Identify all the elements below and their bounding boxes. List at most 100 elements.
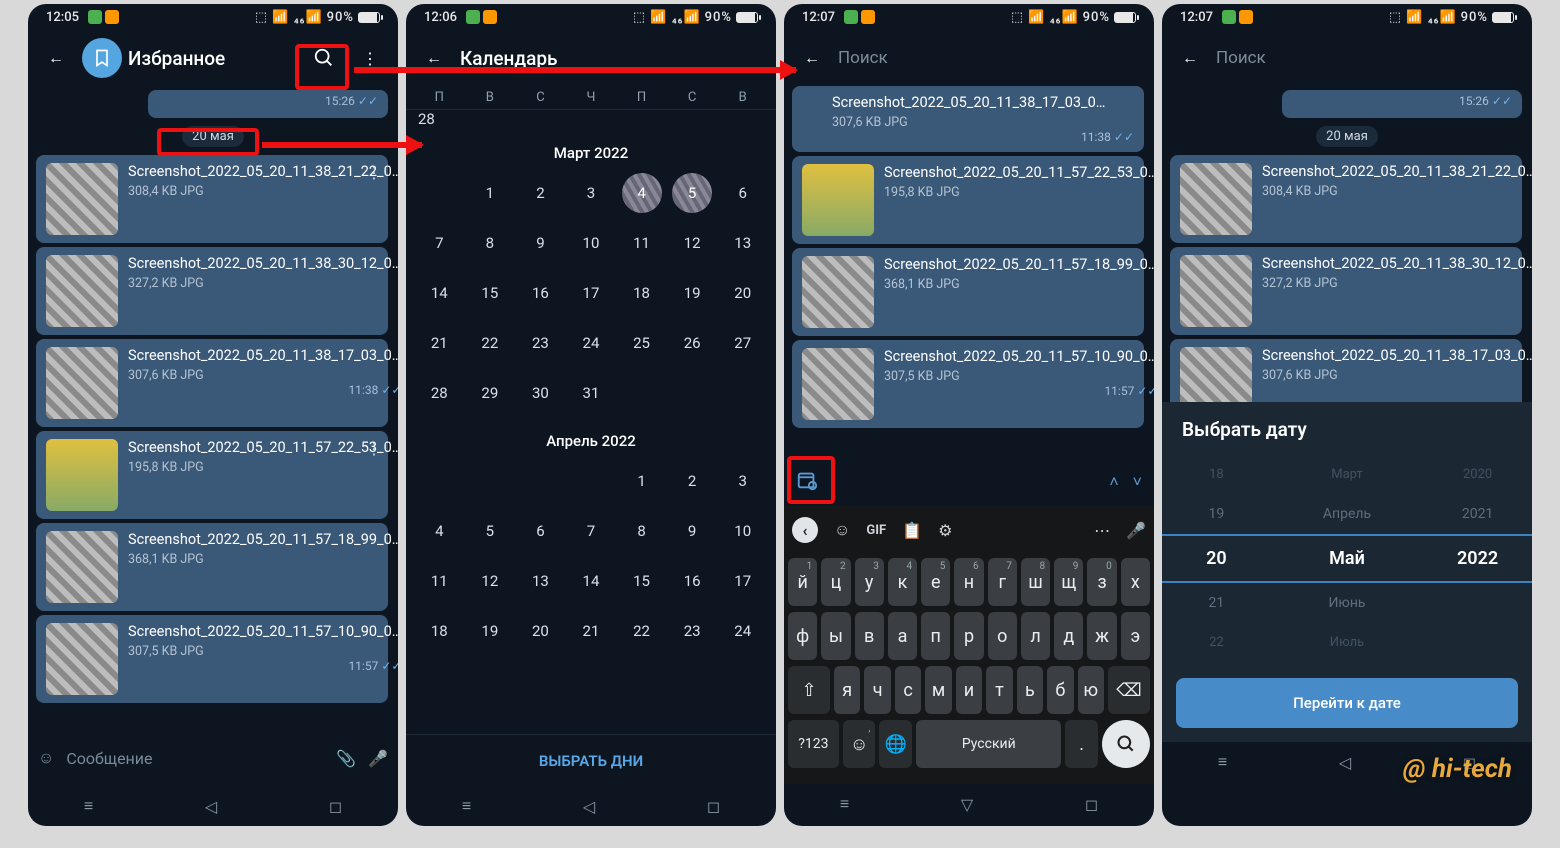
file-bubble[interactable]: Screenshot_2022_05_20_11_57_22_53_0…195,… <box>36 431 388 519</box>
key-е[interactable]: е5 <box>921 558 950 606</box>
key-г[interactable]: г7 <box>988 558 1017 606</box>
key-ч[interactable]: ч <box>864 666 890 714</box>
home-icon[interactable]: ◻ <box>329 797 342 816</box>
select-days-button[interactable]: ВЫБРАТЬ ДНИ <box>406 734 776 786</box>
key-щ[interactable]: щ9 <box>1054 558 1083 606</box>
key-ф[interactable]: ф <box>788 612 817 660</box>
key-а[interactable]: а <box>888 612 917 660</box>
back-icon[interactable]: ◁ <box>583 797 595 816</box>
key-з[interactable]: з0 <box>1087 558 1116 606</box>
key-н[interactable]: н6 <box>954 558 983 606</box>
recents-icon[interactable]: ≡ <box>1218 752 1227 772</box>
key-в[interactable]: в <box>855 612 884 660</box>
back-icon[interactable]: ◁ <box>205 797 217 816</box>
key-ы[interactable]: ы <box>821 612 850 660</box>
back-arrow-icon[interactable]: ← <box>792 38 832 78</box>
result-down-icon[interactable]: ˅ <box>1133 472 1142 492</box>
message-input[interactable]: Сообщение <box>66 749 324 768</box>
period-key[interactable]: . <box>1065 720 1098 768</box>
back-icon[interactable]: ◁ <box>1339 753 1351 772</box>
message-input-bar: ☺ Сообщение 📎 🎤 <box>28 730 398 786</box>
result-up-icon[interactable]: ˄ <box>1109 472 1118 492</box>
key-б[interactable]: б <box>1047 666 1073 714</box>
calendar-jump-icon[interactable] <box>796 469 818 495</box>
search-key[interactable] <box>1102 720 1150 768</box>
file-bubble[interactable]: Screenshot_2022_05_20_11_38_30_12_0…327,… <box>1170 247 1522 335</box>
calendar-grid-march[interactable]: 123 4 5 6 78910111213 14151617181920 212… <box>406 170 776 416</box>
key-о[interactable]: о <box>988 612 1017 660</box>
emoji-icon[interactable]: ☺ <box>38 748 54 768</box>
search-icon[interactable] <box>304 38 344 78</box>
shift-key[interactable]: ⇧ <box>788 666 830 714</box>
go-to-date-button[interactable]: Перейти к дате <box>1176 678 1518 728</box>
language-key[interactable]: 🌐 <box>879 720 912 768</box>
back-arrow-icon[interactable]: ← <box>36 38 76 78</box>
file-bubble[interactable]: Screenshot_2022_05_20_11_57_10_90_0…307,… <box>36 615 388 703</box>
file-bubble[interactable]: Screenshot_2022_05_20_11_38_21_22_0…308,… <box>36 155 388 243</box>
file-bubble[interactable]: Screenshot_2022_05_20_11_57_22_53_0…195,… <box>792 156 1144 244</box>
month-label: Март 2022 <box>406 144 776 162</box>
key-ж[interactable]: ж <box>1087 612 1116 660</box>
space-key[interactable]: Русский <box>916 720 1061 768</box>
recents-icon[interactable]: ≡ <box>462 796 471 816</box>
symbols-key[interactable]: ?123 <box>788 720 839 768</box>
date-chip[interactable]: 20 мая <box>1316 126 1378 147</box>
file-bubble[interactable]: Screenshot_2022_05_20_11_38_17_03_0…307,… <box>792 86 1144 152</box>
key-и[interactable]: и <box>956 666 982 714</box>
mic-icon[interactable]: 🎤 <box>368 749 388 768</box>
key-с[interactable]: с <box>895 666 921 714</box>
search-input[interactable]: Поиск <box>838 48 1146 68</box>
emoji-key[interactable]: ☺, <box>843 720 876 768</box>
settings-icon[interactable]: ⚙ <box>938 521 952 540</box>
file-bubble[interactable]: Screenshot_2022_05_20_11_57_10_90_0…307,… <box>792 340 1144 428</box>
kbd-more-icon[interactable]: ⋯ <box>1094 521 1110 540</box>
message-menu-icon[interactable]: ⋮ <box>366 439 382 458</box>
key-м[interactable]: м <box>925 666 951 714</box>
recents-icon[interactable]: ≡ <box>84 796 93 816</box>
recents-icon[interactable]: ≡ <box>840 794 849 814</box>
backspace-key[interactable]: ⌫ <box>1108 666 1150 714</box>
key-к[interactable]: к4 <box>888 558 917 606</box>
key-у[interactable]: у3 <box>855 558 884 606</box>
back-icon[interactable]: ▽ <box>961 795 973 814</box>
key-х[interactable]: х <box>1121 558 1150 606</box>
key-й[interactable]: й1 <box>788 558 817 606</box>
key-ш[interactable]: ш8 <box>1021 558 1050 606</box>
chat-title[interactable]: Избранное <box>128 47 298 70</box>
kbd-collapse-icon[interactable]: ‹ <box>792 517 818 543</box>
gif-icon[interactable]: GIF <box>866 523 886 538</box>
key-т[interactable]: т <box>986 666 1012 714</box>
chat-body[interactable]: 15:26 ✓✓ 20 мая Screenshot_2022_05_20_11… <box>28 86 398 730</box>
file-bubble[interactable]: Screenshot_2022_05_20_11_38_17_03_0…307,… <box>36 339 388 427</box>
calendar-header: ← Календарь <box>406 30 776 86</box>
search-input[interactable]: Поиск <box>1216 48 1524 68</box>
file-bubble[interactable]: Screenshot_2022_05_20_11_57_18_99_0…368,… <box>36 523 388 611</box>
file-bubble[interactable]: Screenshot_2022_05_20_11_38_30_12_0…327,… <box>36 247 388 335</box>
clipboard-icon[interactable]: 📋 <box>902 521 922 540</box>
keyboard[interactable]: й1ц2у3к4е5н6г7ш8щ9з0х фывапролджэ ⇧ ячсм… <box>784 554 1154 784</box>
message-menu-icon[interactable]: ⋮ <box>366 163 382 182</box>
key-ь[interactable]: ь <box>1017 666 1043 714</box>
saved-messages-avatar[interactable] <box>82 38 122 78</box>
date-wheel[interactable]: 18Март2020 19Апрель2021 20Май2022 21Июнь… <box>1162 455 1532 662</box>
key-п[interactable]: п <box>921 612 950 660</box>
home-icon[interactable]: ◻ <box>707 797 720 816</box>
back-arrow-icon[interactable]: ← <box>1170 38 1210 78</box>
file-bubble[interactable]: Screenshot_2022_05_20_11_38_17_03_0…307,… <box>1170 339 1522 402</box>
kbd-mic-icon[interactable]: 🎤 <box>1126 521 1146 540</box>
sticker-icon[interactable]: ☺ <box>834 520 850 540</box>
calendar-grid-april[interactable]: 123 45678910 11121314151617 181920212223… <box>406 458 776 654</box>
key-э[interactable]: э <box>1121 612 1150 660</box>
key-л[interactable]: л <box>1021 612 1050 660</box>
file-thumbnail <box>1180 255 1252 327</box>
key-я[interactable]: я <box>834 666 860 714</box>
attach-icon[interactable]: 📎 <box>336 749 356 768</box>
file-bubble[interactable]: Screenshot_2022_05_20_11_57_18_99_0…368,… <box>792 248 1144 336</box>
key-д[interactable]: д <box>1054 612 1083 660</box>
home-icon[interactable]: ◻ <box>1085 795 1098 814</box>
key-р[interactable]: р <box>954 612 983 660</box>
file-bubble[interactable]: Screenshot_2022_05_20_11_38_21_22_0…308,… <box>1170 155 1522 243</box>
key-ц[interactable]: ц2 <box>821 558 850 606</box>
key-ю[interactable]: ю <box>1078 666 1104 714</box>
date-chip[interactable]: 20 мая <box>182 126 244 147</box>
